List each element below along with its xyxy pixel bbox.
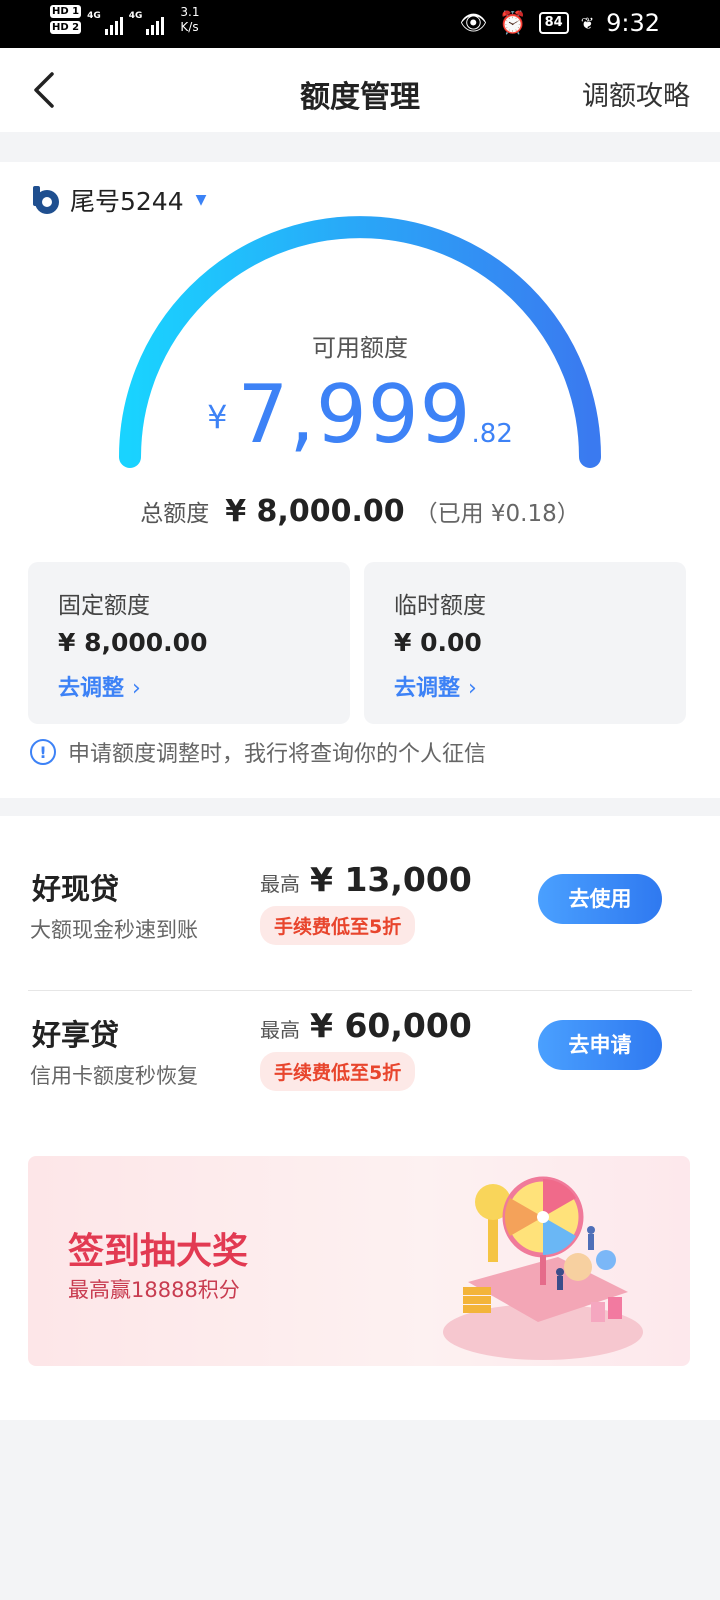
checkin-lottery-banner[interactable]: 签到抽大奖 最高赢18888积分 (28, 1156, 690, 1366)
card-selector[interactable]: 尾号5244 ▼ (30, 182, 206, 218)
available-label: 可用额度 (312, 334, 408, 362)
adjust-guide-link[interactable]: 调额攻略 (582, 74, 690, 113)
loan-item: 好现贷 大额现金秒速到账 最高 ¥ 13,000 手续费低至5折 去使用 (0, 840, 720, 980)
banner-section: 签到抽大奖 最高赢18888积分 (0, 1136, 720, 1366)
network-speed: 3.1 K/s (180, 5, 200, 34)
fee-discount-tag: 手续费低至5折 (260, 1052, 416, 1091)
hd-badge-1: HD 1 (50, 5, 82, 18)
eye-icon: 👁 (459, 10, 488, 36)
fixed-quota-value: ¥ 8,000.00 (58, 628, 208, 657)
chevron-right-icon: › (132, 676, 141, 701)
alarm-icon: ⏰ (499, 10, 527, 36)
notice-text: 申请额度调整时，我行将查询你的个人征信 (68, 742, 487, 767)
apply-loan-button[interactable]: 去申请 (538, 1020, 662, 1070)
signal-icon-1: 4G (87, 5, 123, 35)
signal-icon-2: 4G (129, 5, 165, 35)
total-quota-row: 总额度 ¥ 8,000.00 （已用 ¥0.18） (0, 494, 720, 529)
loan-name: 好现贷 (32, 872, 120, 906)
total-value: ¥ 8,000.00 (225, 494, 405, 529)
caret-down-icon: ▼ (195, 192, 207, 208)
card-tail-number: 尾号5244 (70, 187, 184, 216)
hd-badge-2: HD 2 (50, 21, 82, 34)
loan-description: 信用卡额度秒恢复 (30, 1064, 198, 1088)
loan-max-amount: 最高 ¥ 60,000 (260, 1006, 472, 1045)
fee-discount-tag: 手续费低至5折 (260, 906, 416, 945)
temporary-quota-box: 临时额度 ¥ 0.00 去调整 › (364, 562, 686, 724)
fixed-adjust-link[interactable]: 去调整 › (58, 670, 141, 702)
banner-title: 签到抽大奖 (68, 1231, 249, 1272)
prize-wheel-illustration (443, 1176, 643, 1360)
use-loan-button[interactable]: 去使用 (538, 874, 662, 924)
available-integer: 7,999 (237, 368, 472, 461)
app-header: 额度管理 调额攻略 (0, 48, 720, 132)
clock-time: 9:32 (606, 9, 660, 37)
fixed-quota-box: 固定额度 ¥ 8,000.00 去调整 › (28, 562, 350, 724)
loan-max-amount: 最高 ¥ 13,000 (260, 860, 472, 899)
total-label: 总额度 (140, 501, 210, 527)
loan-products: 好现贷 大额现金秒速到账 最高 ¥ 13,000 手续费低至5折 去使用 好享贷 … (0, 816, 720, 1136)
status-bar: HD 1 HD 2 4G 4G 3.1 K/s 👁 ⏰ 84 ❦ 9:32 (0, 0, 720, 48)
temporary-adjust-link[interactable]: 去调整 › (394, 670, 477, 702)
leaf-icon: ❦ (580, 13, 595, 33)
loan-description: 大额现金秒速到账 (30, 918, 198, 942)
fixed-quota-title: 固定额度 (58, 593, 150, 619)
bank-logo-icon (33, 186, 59, 214)
temporary-quota-title: 临时额度 (394, 593, 486, 619)
loan-item: 好享贷 信用卡额度秒恢复 最高 ¥ 60,000 手续费低至5折 去申请 (0, 986, 720, 1126)
currency-symbol: ¥ (207, 398, 228, 436)
used-amount: （已用 ¥0.18） (414, 501, 580, 527)
available-amount: ¥7,999.82 (0, 368, 720, 461)
battery-icon: 84 (538, 12, 569, 34)
info-icon: ! (30, 739, 56, 765)
loan-name: 好享贷 (32, 1018, 120, 1052)
credit-notice: ! 申请额度调整时，我行将查询你的个人征信 (30, 736, 486, 768)
banner-subtitle: 最高赢18888积分 (68, 1278, 240, 1302)
available-decimal: .82 (471, 419, 513, 449)
footer-strip (0, 1366, 720, 1420)
temporary-quota-value: ¥ 0.00 (394, 628, 482, 657)
quota-card: 尾号5244 ▼ 可用额度 ¥7,999.82 总额度 ¥ 8,000.00 （已用… (0, 162, 720, 798)
chevron-right-icon: › (468, 676, 477, 701)
